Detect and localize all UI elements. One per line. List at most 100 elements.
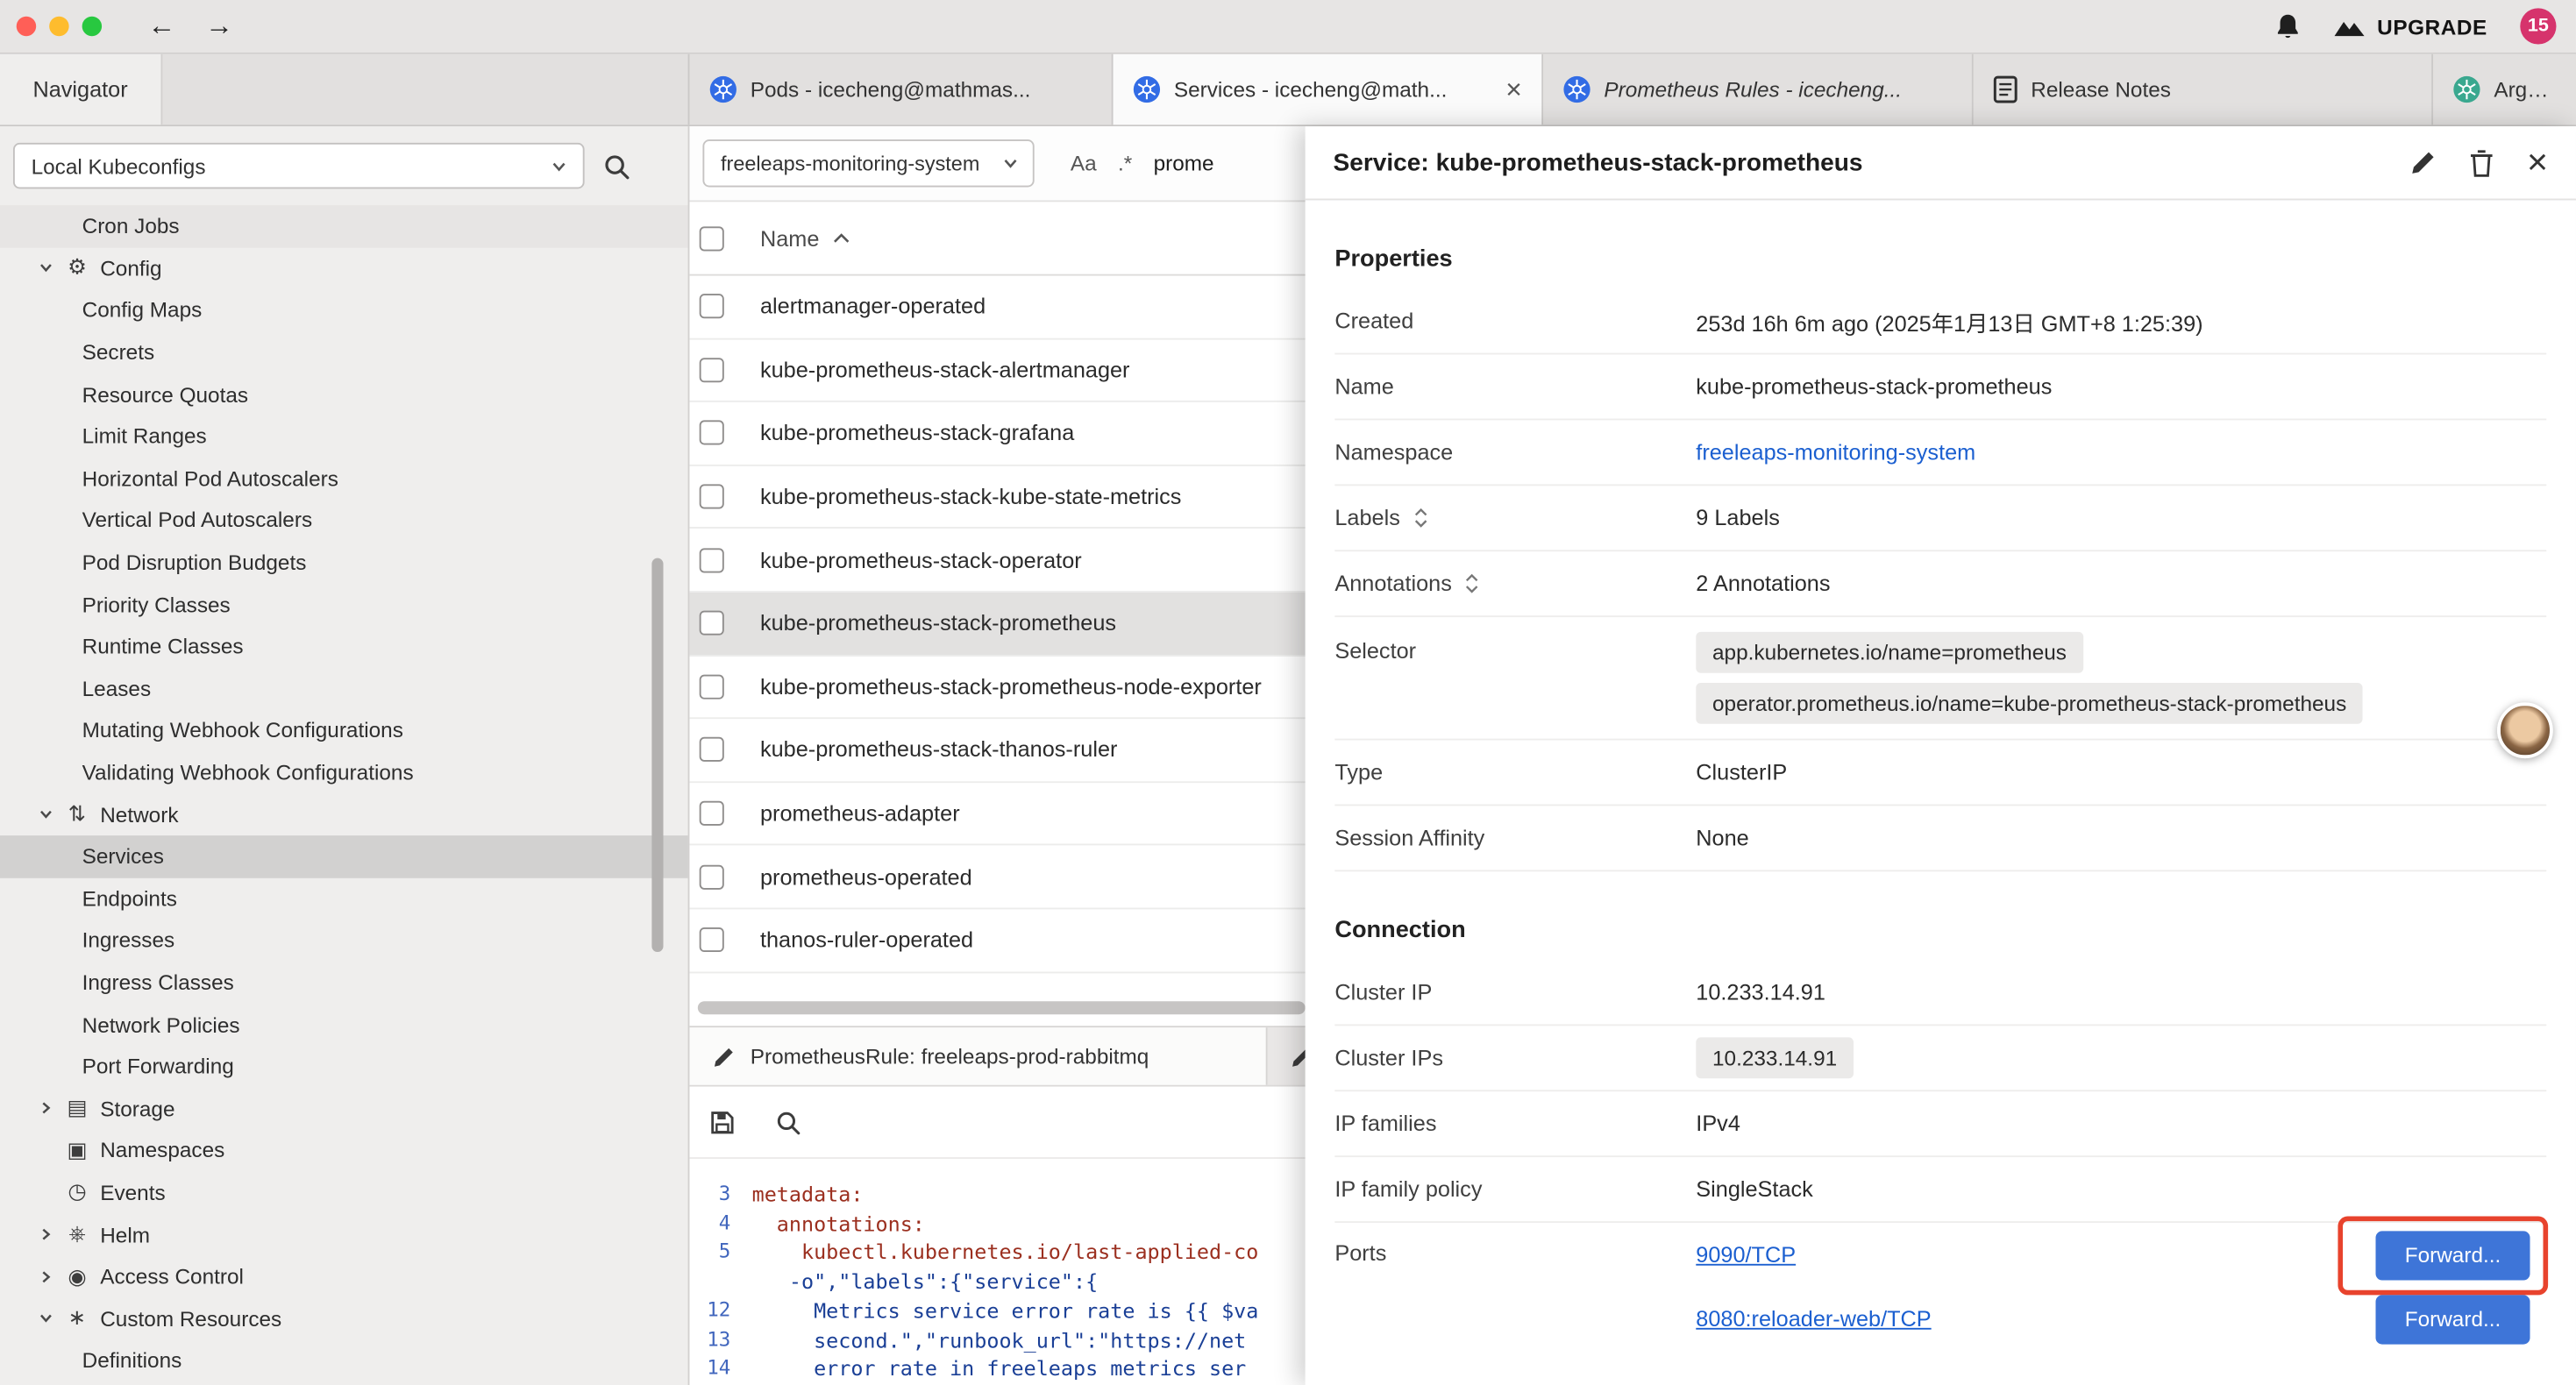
tab-prometheus-rules[interactable]: Prometheus Rules - icecheng... [1543,54,1974,125]
cluster-ip-value: 10.233.14.91 [1696,980,2546,1005]
column-header-name[interactable]: Name [760,225,819,250]
sidebar-item-leases[interactable]: Leases [0,667,688,709]
line-number: 5 [689,1239,751,1268]
sidebar-item-validating-webhook-configurations[interactable]: Validating Webhook Configurations [0,751,688,793]
table-search-box[interactable]: Aa .* prome [1071,151,1214,175]
sidebar-scrollbar[interactable] [651,558,663,952]
sidebar-item-config[interactable]: ⚙ Config [0,247,688,289]
port-forward-button[interactable]: Forward... [2376,1230,2530,1279]
labels-count[interactable]: 9 Labels [1696,506,2546,530]
edit-pencil-icon[interactable] [2410,149,2437,175]
sidebar-item-resource-quotas[interactable]: Resource Quotas [0,373,688,416]
sidebar-item-limit-ranges[interactable]: Limit Ranges [0,416,688,458]
notifications-bell-icon[interactable] [2275,11,2300,41]
sidebar-item-network-policies[interactable]: Network Policies [0,1004,688,1046]
forward-button[interactable]: → [205,10,233,42]
sidebar-item-definitions[interactable]: Definitions [0,1339,688,1381]
kubeconfig-selector[interactable]: Local Kubeconfigs [13,143,585,188]
sidebar-item-endpoints[interactable]: Endpoints [0,877,688,920]
sidebar-item-storage[interactable]: ▤ Storage [0,1087,688,1129]
app-window: ← → UPGRADE 15 Navigator [0,0,2576,1385]
chevron-right-icon[interactable] [32,1226,59,1243]
close-tab-icon[interactable]: × [1505,75,1522,103]
annotations-count[interactable]: 2 Annotations [1696,572,2546,596]
sidebar-item-runtime-classes[interactable]: Runtime Classes [0,625,688,667]
match-case-toggle[interactable]: Aa [1071,151,1097,175]
close-drawer-icon[interactable]: × [2527,145,2548,181]
notification-count-badge[interactable]: 15 [2520,8,2556,44]
namespace-filter-value: freeleaps-monitoring-system [721,152,979,174]
sidebar-item-vertical-pod-autoscalers[interactable]: Vertical Pod Autoscalers [0,500,688,542]
sidebar-item-namespaces[interactable]: ▣ Namespaces [0,1129,688,1171]
row-checkbox[interactable] [700,738,724,763]
port-link-9090[interactable]: 9090/TCP [1696,1242,1796,1267]
chevron-down-icon[interactable] [32,260,59,277]
chevron-right-icon[interactable] [32,1100,59,1117]
select-all-checkbox[interactable] [700,225,724,250]
navigator-zone: Navigator [0,54,689,125]
tab-pods[interactable]: Pods - icecheng@mathmas... [689,54,1113,125]
user-avatar[interactable] [2497,702,2553,758]
row-checkbox[interactable] [700,611,724,636]
port-link-8080[interactable]: 8080:reloader-web/TCP [1696,1307,1931,1332]
tab-services[interactable]: Services - icecheng@math... × [1114,54,1544,125]
sidebar-item-helm[interactable]: ⎈ Helm [0,1213,688,1255]
upgrade-button[interactable]: UPGRADE [2333,14,2487,39]
row-checkbox[interactable] [700,485,724,509]
sidebar-item-mutating-webhook-configurations[interactable]: Mutating Webhook Configurations [0,709,688,751]
port-forward-button[interactable]: Forward... [2376,1294,2530,1343]
editor-search-icon[interactable] [775,1109,801,1135]
sort-ascending-icon[interactable] [832,231,850,245]
search-query[interactable]: prome [1154,151,1214,175]
search-icon[interactable] [602,152,630,180]
sidebar-item-secrets[interactable]: Secrets [0,331,688,373]
row-checkbox[interactable] [700,674,724,699]
dock-tab-prometheusrule[interactable]: PrometheusRule: freeleaps-prod-rabbitmq [689,1027,1267,1085]
sidebar-item-priority-classes[interactable]: Priority Classes [0,583,688,625]
minimize-window-button[interactable] [49,17,68,36]
sidebar-item-port-forwarding[interactable]: Port Forwarding [0,1046,688,1088]
expand-chevrons-icon[interactable] [1413,506,1428,530]
selector-badge: app.kubernetes.io/name=prometheus [1696,632,2082,673]
sidebar-item-ingress-classes[interactable]: Ingress Classes [0,962,688,1004]
namespace-link[interactable]: freeleaps-monitoring-system [1696,440,2546,465]
namespace-filter-select[interactable]: freeleaps-monitoring-system [702,139,1034,187]
drawer-header: Service: kube-prometheus-stack-prometheu… [1306,126,2576,200]
connection-row-cluster-ip: Cluster IP 10.233.14.91 [1334,960,2546,1026]
sidebar-item-events[interactable]: ◷ Events [0,1171,688,1213]
tab-label: Release Notes [2031,77,2171,102]
delete-trash-icon[interactable] [2470,148,2494,176]
chevron-right-icon[interactable] [32,1268,59,1285]
table-horizontal-scrollbar[interactable] [698,1001,1306,1014]
row-checkbox[interactable] [700,358,724,382]
section-heading-connection: Connection [1334,918,2546,944]
sidebar-item-cron-jobs[interactable]: Cron Jobs [0,205,688,247]
close-window-button[interactable] [17,17,36,36]
sidebar-item-services[interactable]: Services [0,835,688,877]
save-icon[interactable] [709,1109,736,1135]
sidebar-item-ingresses[interactable]: Ingresses [0,920,688,962]
sidebar-item-config-maps[interactable]: Config Maps [0,289,688,331]
sidebar-item-horizontal-pod-autoscalers[interactable]: Horizontal Pod Autoscalers [0,458,688,500]
property-row-type: Type ClusterIP [1334,740,2546,806]
regex-toggle[interactable]: .* [1118,151,1132,175]
row-checkbox[interactable] [700,864,724,889]
row-checkbox[interactable] [700,801,724,826]
sidebar-item-pod-disruption-budgets[interactable]: Pod Disruption Budgets [0,541,688,583]
sidebar-item-network[interactable]: ⇅ Network [0,793,688,835]
code-text: annotations: [752,1209,925,1238]
chevron-down-icon[interactable] [32,806,59,823]
expand-chevrons-icon[interactable] [1465,572,1480,596]
tab-release-notes[interactable]: Release Notes [1974,54,2433,125]
back-button[interactable]: ← [148,10,176,42]
row-checkbox[interactable] [700,548,724,572]
tab-argo[interactable]: Argo S [2433,54,2576,125]
row-checkbox[interactable] [700,927,724,952]
chevron-down-icon[interactable] [32,1310,59,1327]
sidebar-item-custom-resources[interactable]: ∗ Custom Resources [0,1297,688,1339]
sidebar-item-access-control[interactable]: ◉ Access Control [0,1255,688,1297]
row-checkbox[interactable] [700,421,724,445]
namespaces-icon: ▣ [59,1137,95,1163]
zoom-window-button[interactable] [82,17,102,36]
row-checkbox[interactable] [700,295,724,319]
